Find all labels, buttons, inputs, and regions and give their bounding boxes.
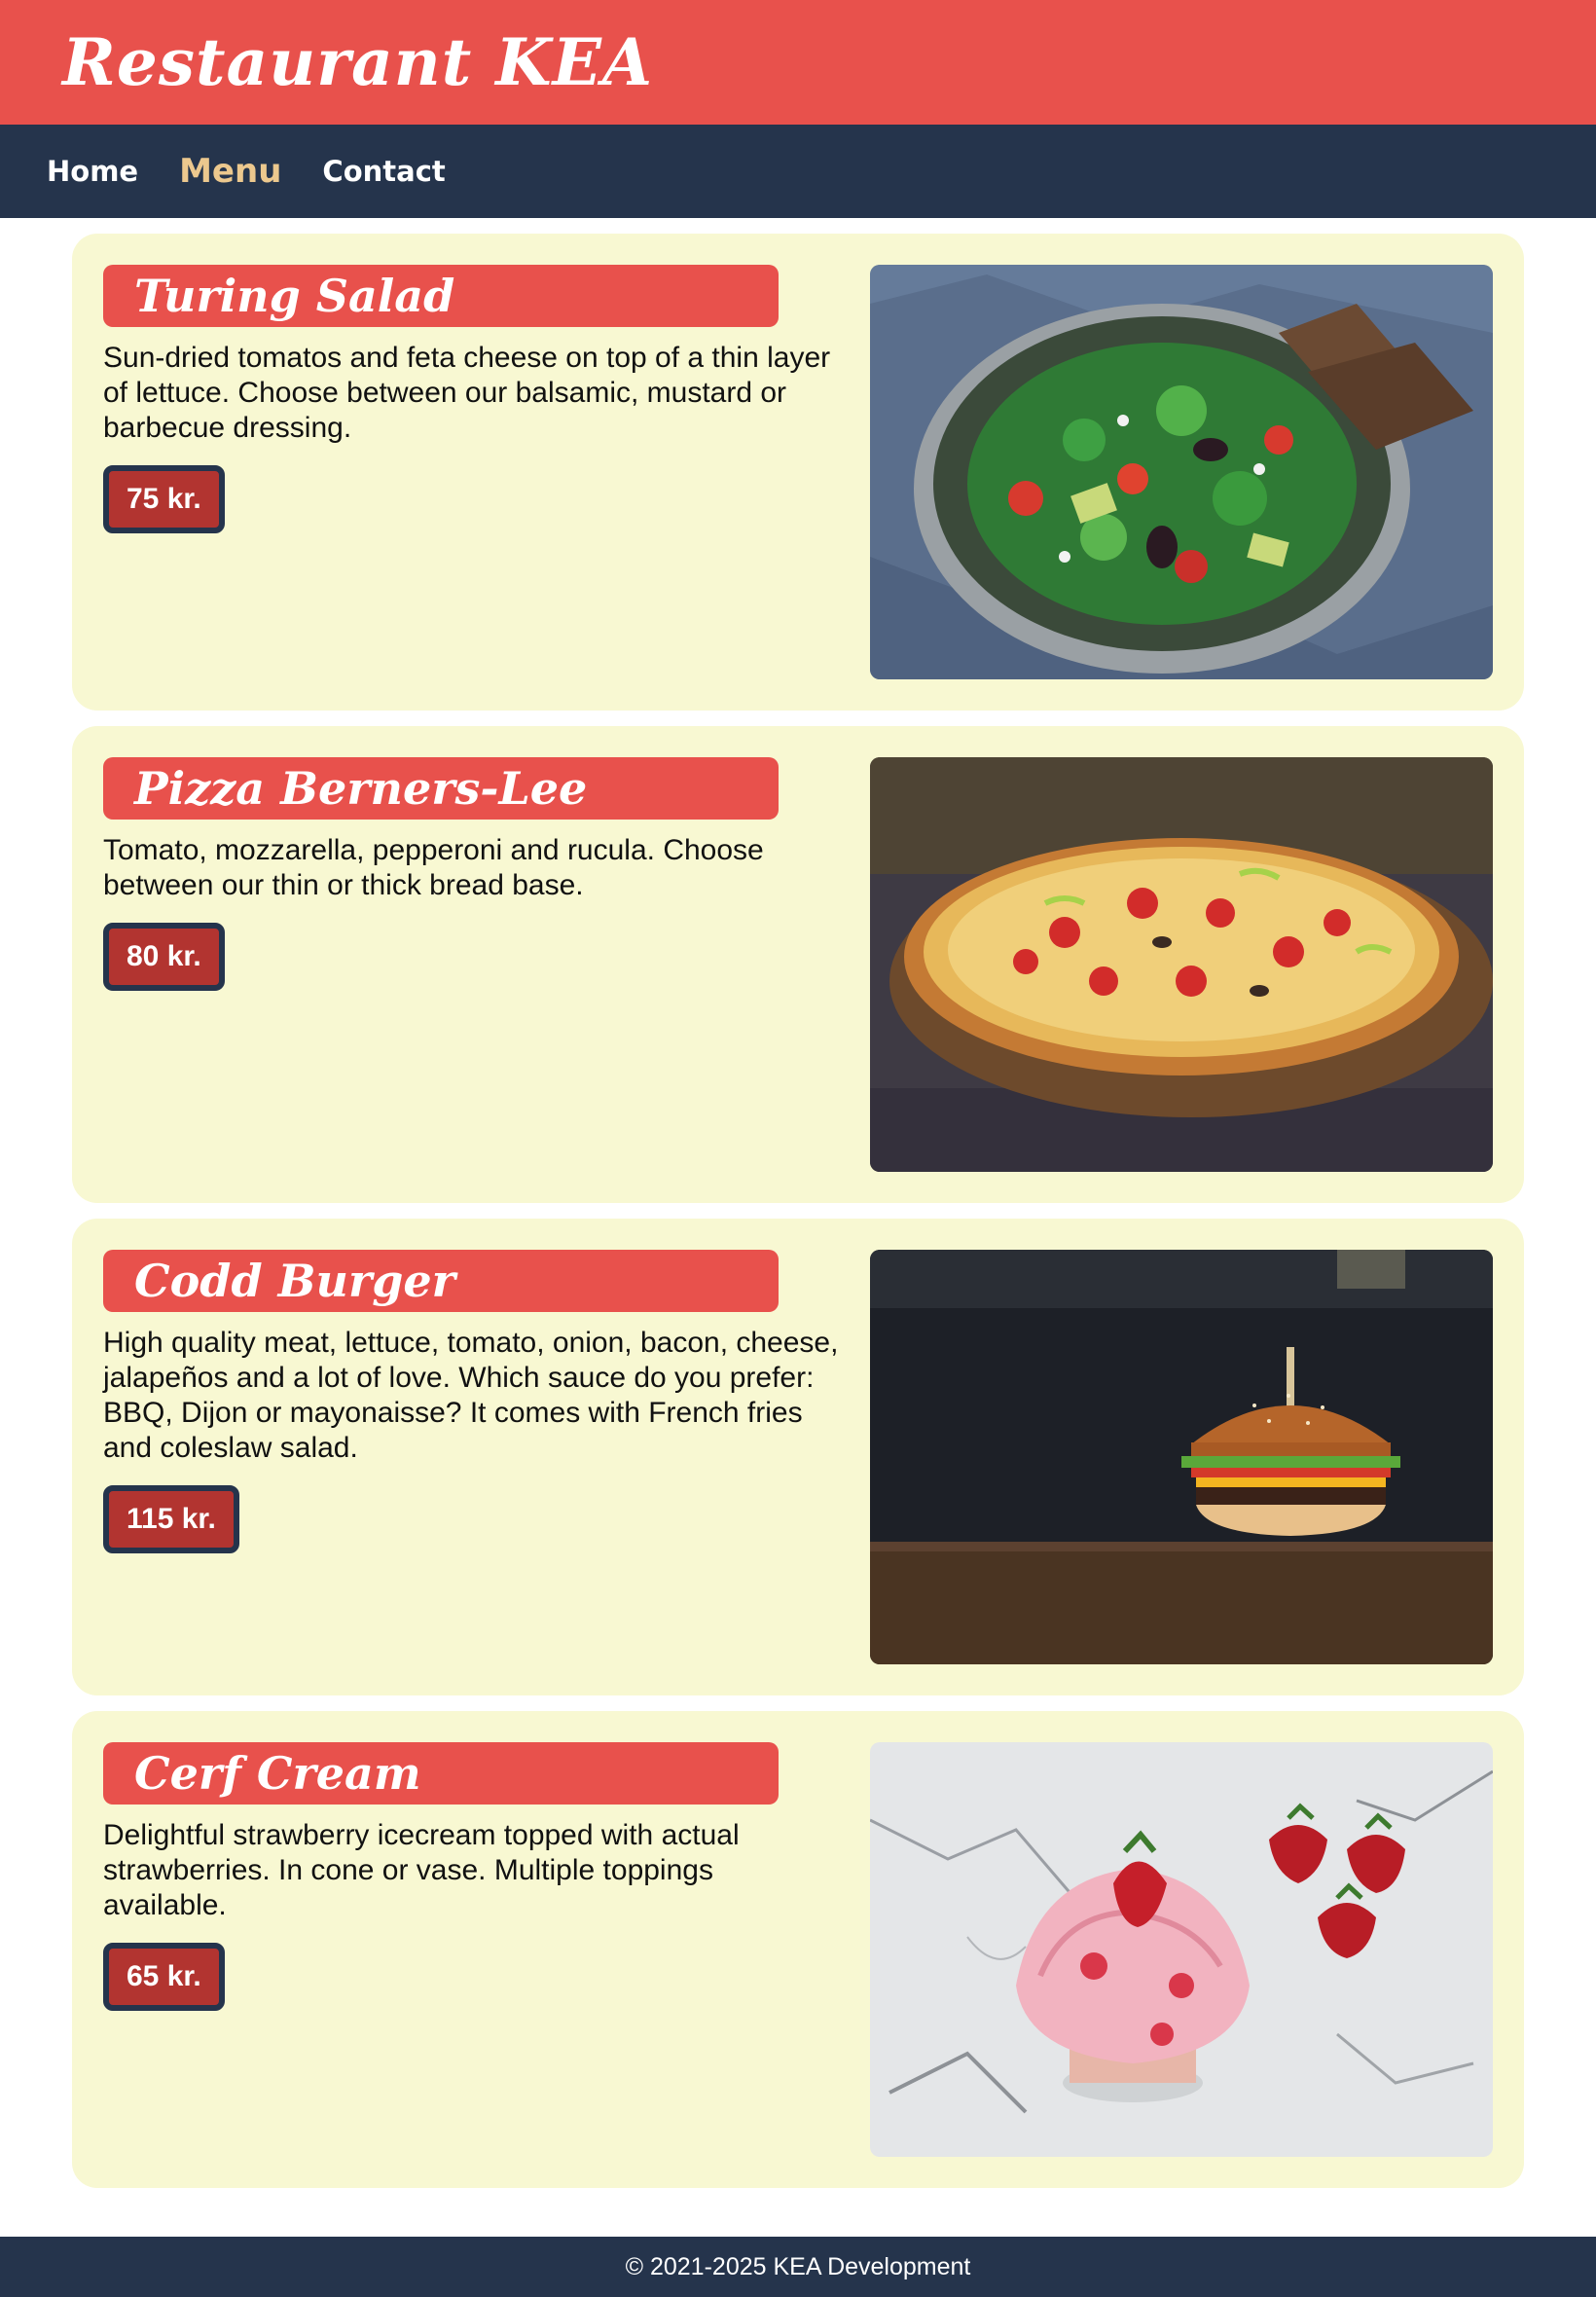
price-badge[interactable]: 115 kr. [103,1485,239,1553]
main-nav: Home Menu Contact [0,125,1596,218]
site-footer: © 2021-2025 KEA Development [0,2237,1596,2297]
menu-card-codd-burger: Codd Burger High quality meat, lettuce, … [72,1219,1524,1695]
nav-contact-link[interactable]: Contact [322,155,445,188]
dish-description: Sun-dried tomatos and feta cheese on top… [103,342,831,444]
dish-title: Turing Salad [103,265,779,327]
dish-description: Delightful strawberry icecream topped wi… [103,1819,740,1921]
salad-photo [870,265,1493,679]
icecream-photo [870,1742,1493,2157]
site-title: Restaurant KEA [62,24,654,100]
dish-description: High quality meat, lettuce, tomato, onio… [103,1327,839,1464]
burger-photo [870,1250,1493,1664]
dish-description: Tomato, mozzarella, pepperoni and rucula… [103,834,764,901]
nav-home-link[interactable]: Home [47,155,138,188]
menu-card-text: Pizza Berners-Lee Tomato, mozzarella, pe… [103,757,843,1172]
nav-menu-link[interactable]: Menu [179,152,281,191]
menu-card-text: Cerf Cream Delightful strawberry icecrea… [103,1742,843,2157]
menu-card-text: Turing Salad Sun-dried tomatos and feta … [103,265,843,679]
site-header: Restaurant KEA [0,0,1596,125]
footer-copyright: © 2021-2025 KEA Development [625,2252,971,2280]
dish-title: Codd Burger [103,1250,779,1312]
menu-list: Turing Salad Sun-dried tomatos and feta … [0,218,1596,2188]
menu-card-turing-salad: Turing Salad Sun-dried tomatos and feta … [72,234,1524,711]
price-badge[interactable]: 75 kr. [103,465,225,533]
dish-title: Pizza Berners-Lee [103,757,779,820]
pizza-photo [870,757,1493,1172]
menu-card-text: Codd Burger High quality meat, lettuce, … [103,1250,843,1664]
menu-card-pizza-berners-lee: Pizza Berners-Lee Tomato, mozzarella, pe… [72,726,1524,1203]
menu-card-cerf-cream: Cerf Cream Delightful strawberry icecrea… [72,1711,1524,2188]
price-badge[interactable]: 65 kr. [103,1943,225,2011]
price-badge[interactable]: 80 kr. [103,923,225,991]
dish-title: Cerf Cream [103,1742,779,1805]
